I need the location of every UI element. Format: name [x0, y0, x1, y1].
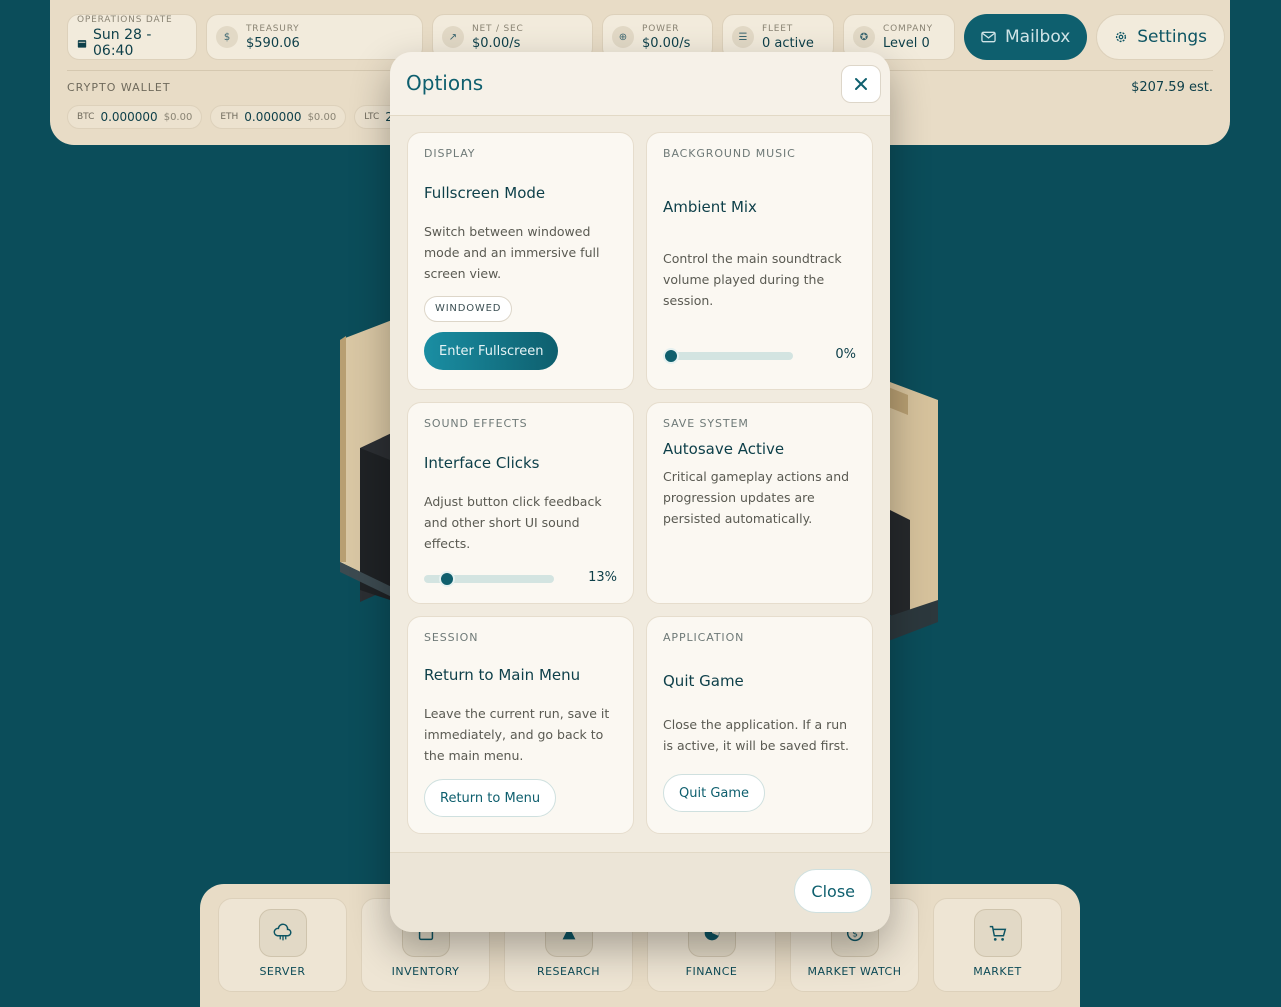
nav-label: MARKET [973, 965, 1022, 978]
return-to-menu-button[interactable]: Return to Menu [424, 779, 557, 817]
coin-symbol: LTC [364, 112, 380, 122]
card-title: Autosave Active [663, 440, 785, 458]
operations-date-label: OPERATIONS DATE [77, 15, 173, 25]
card-title: Fullscreen Mode [424, 184, 546, 202]
crypto-wallet-title: CRYPTO WALLET [67, 81, 171, 94]
enter-fullscreen-button[interactable]: Enter Fullscreen [424, 332, 559, 370]
mailbox-label: Mailbox [1005, 27, 1071, 47]
coin-symbol: BTC [77, 112, 95, 122]
slider-track[interactable] [663, 352, 793, 360]
slider-thumb[interactable] [663, 348, 679, 364]
coin-usd: $0.00 [163, 111, 193, 123]
display-card: DISPLAY Fullscreen Mode Switch between w… [407, 132, 634, 390]
card-title: Quit Game [663, 672, 744, 690]
coin-chip-eth[interactable]: ETH 0.000000 $0.00 [210, 105, 347, 129]
modal-header: Options [390, 52, 890, 116]
fleet-label: FLEET [762, 23, 794, 34]
operations-date-value: Sun 28 - 06:40 [93, 27, 152, 59]
card-title: Interface Clicks [424, 454, 540, 472]
card-category: SAVE SYSTEM [663, 417, 749, 430]
treasury-label: TREASURY [246, 23, 300, 34]
coin-chip-btc[interactable]: BTC 0.000000 $0.00 [67, 105, 203, 129]
nav-label: INVENTORY [391, 965, 460, 978]
trend-up-icon: ↗ [442, 26, 464, 48]
sfx-volume-value: 13% [588, 570, 617, 585]
coin-symbol: ETH [220, 112, 239, 122]
dollar-coin-icon: $ [216, 26, 238, 48]
wallet-coins: BTC 0.000000 $0.00 ETH 0.000000 $0.00 LT… [67, 105, 415, 129]
operations-date-stat: OPERATIONS DATE Sun 28 - 06:40 [67, 14, 197, 60]
modal-close-x-button[interactable] [841, 65, 881, 103]
modal-footer: Close [390, 852, 890, 932]
card-description: Adjust button click feedback and other s… [424, 494, 602, 551]
card-description: Leave the current run, save it immediate… [424, 706, 610, 763]
card-description: Control the main soundtrack volume playe… [663, 251, 842, 308]
application-card: APPLICATION Quit Game Close the applicat… [646, 616, 873, 834]
card-category: SESSION [424, 631, 479, 644]
power-plug-icon: ⊕ [612, 26, 634, 48]
card-description: Switch between windowed mode and an imme… [424, 224, 600, 281]
nav-server[interactable]: SERVER [218, 898, 347, 992]
save-system-card: SAVE SYSTEM Autosave Active Critical gam… [646, 402, 873, 604]
card-category: BACKGROUND MUSIC [663, 147, 796, 160]
gear-icon [1116, 31, 1127, 43]
room-left-wall-trim [340, 336, 346, 562]
card-title: Return to Main Menu [424, 666, 581, 684]
net-label: NET / SEC [472, 23, 524, 34]
music-volume-slider[interactable]: 0% [663, 347, 856, 364]
quit-game-button[interactable]: Quit Game [663, 774, 766, 812]
card-category: DISPLAY [424, 147, 476, 160]
card-description: Critical gameplay actions and progressio… [663, 469, 850, 526]
modal-close-button[interactable]: Close [794, 869, 872, 913]
music-volume-value: 0% [835, 347, 856, 362]
coin-amount: 0.000000 [100, 110, 158, 124]
coin-usd: $0.00 [307, 111, 337, 123]
options-modal: Options DISPLAY Fullscreen Mode Switch b… [390, 52, 890, 932]
card-description: Close the application. If a run is activ… [663, 717, 850, 753]
medal-icon: ✪ [853, 26, 875, 48]
power-label: POWER [642, 23, 680, 34]
session-card: SESSION Return to Main Menu Leave the cu… [407, 616, 634, 834]
mailbox-button[interactable]: Mailbox [964, 14, 1088, 60]
mail-envelope-icon [981, 31, 996, 43]
power-value: $0.00/s [642, 35, 691, 51]
company-label: COMPANY [883, 23, 933, 34]
company-value: Level 0 [883, 35, 930, 51]
coin-amount: 0.000000 [244, 110, 302, 124]
net-value: $0.00/s [472, 35, 521, 51]
nav-label: FINANCE [685, 965, 738, 978]
close-icon [855, 78, 867, 90]
card-title: Ambient Mix [663, 198, 757, 216]
settings-button[interactable]: Settings [1096, 14, 1225, 60]
wallet-estimate: $207.59 est. [1131, 80, 1213, 95]
server-rack-icon: ☰ [732, 26, 754, 48]
settings-label: Settings [1137, 27, 1207, 47]
nav-market[interactable]: MARKET [933, 898, 1062, 992]
window-mode-badge: WINDOWED [424, 296, 513, 322]
nav-label: SERVER [259, 965, 306, 978]
fleet-value: 0 active [762, 35, 814, 51]
server-cloud-icon [258, 909, 307, 957]
nav-label: RESEARCH [536, 965, 601, 978]
sfx-volume-slider[interactable]: 13% [424, 570, 617, 587]
nav-label: MARKET WATCH [807, 965, 902, 978]
card-category: SOUND EFFECTS [424, 417, 528, 430]
card-category: APPLICATION [663, 631, 745, 644]
background-music-card: BACKGROUND MUSIC Ambient Mix Control the… [646, 132, 873, 390]
modal-title: Options [406, 71, 484, 95]
market-cart-icon [973, 909, 1022, 957]
calendar-icon [77, 39, 87, 48]
server-unit-right [890, 510, 910, 625]
treasury-value: $590.06 [246, 35, 300, 51]
slider-thumb[interactable] [438, 571, 455, 587]
sound-effects-card: SOUND EFFECTS Interface Clicks Adjust bu… [407, 402, 634, 604]
